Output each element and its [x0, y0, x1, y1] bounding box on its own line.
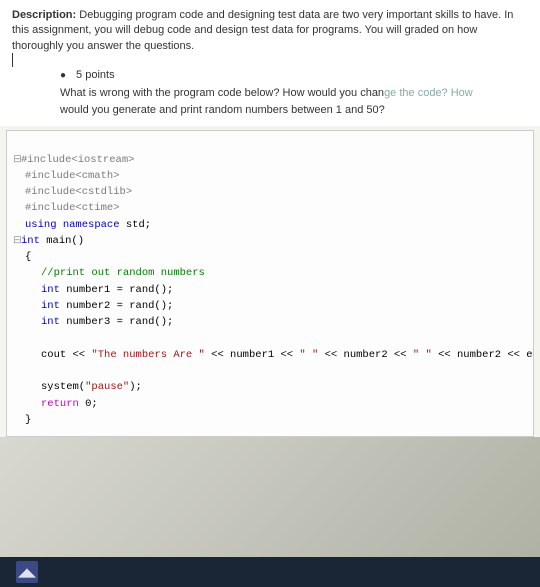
- code-line: system("pause");: [13, 381, 142, 393]
- desktop-area: ◢◣: [0, 437, 540, 587]
- code-line: {: [13, 251, 31, 263]
- code-line: }: [13, 414, 31, 426]
- taskbar[interactable]: ◢◣: [0, 557, 540, 587]
- question-text-line-2: would you generate and print random numb…: [60, 103, 520, 118]
- fold-minus-icon[interactable]: ⊟: [13, 233, 21, 249]
- code-line: cout << "The numbers Are " << number1 <<…: [13, 349, 534, 361]
- text-cursor: [12, 53, 13, 67]
- description-text: Debugging program code and designing tes…: [12, 9, 513, 52]
- description-block: Description: Debugging program code and …: [12, 8, 528, 54]
- code-line: int number3 = rand();: [13, 316, 173, 328]
- code-editor[interactable]: ⊟#include<iostream> #include<cmath> #inc…: [6, 130, 534, 437]
- question-text-line-1: What is wrong with the program code belo…: [60, 86, 520, 101]
- code-line: int main(): [21, 235, 84, 247]
- code-line: #include<iostream>: [21, 154, 134, 166]
- taskbar-app-button[interactable]: ◢◣: [8, 560, 46, 584]
- code-line: #include<cmath>: [13, 170, 120, 182]
- visual-studio-icon: ◢◣: [16, 561, 38, 583]
- question-block: ● 5 points What is wrong with the progra…: [60, 68, 528, 118]
- description-label: Description:: [12, 9, 76, 21]
- code-line: using namespace std;: [13, 219, 151, 231]
- fold-minus-icon[interactable]: ⊟: [13, 152, 21, 168]
- blank-line: [13, 333, 19, 345]
- code-line: int number2 = rand();: [13, 300, 173, 312]
- code-line: #include<ctime>: [13, 202, 120, 214]
- bullet-icon: ●: [60, 69, 66, 83]
- code-line: return 0;: [13, 398, 98, 410]
- assignment-page: Description: Debugging program code and …: [0, 0, 540, 126]
- code-line: #include<cstdlib>: [13, 186, 132, 198]
- blank-line: [13, 365, 19, 377]
- code-line: //print out random numbers: [13, 267, 205, 279]
- code-line: int number1 = rand();: [13, 284, 173, 296]
- points-label: 5 points: [76, 68, 115, 83]
